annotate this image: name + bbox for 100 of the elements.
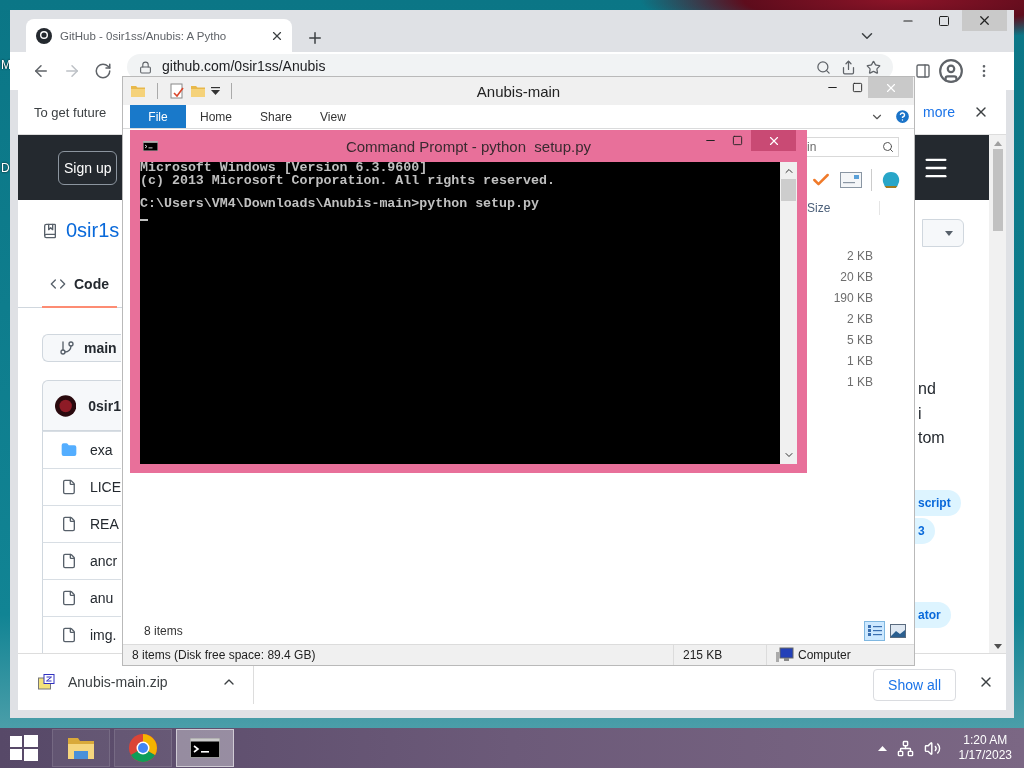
topic-tag[interactable]: script <box>915 489 961 516</box>
new-tab-icon[interactable] <box>306 29 324 47</box>
folder-icon <box>61 442 77 458</box>
topic-tag[interactable]: ator <box>915 601 951 628</box>
file-link[interactable]: ancr <box>90 553 118 569</box>
caret-icon <box>945 230 953 236</box>
ribbon-tab[interactable]: View <box>306 105 360 128</box>
show-all-button[interactable]: Show all <box>873 669 956 701</box>
properties-icon[interactable] <box>169 83 185 99</box>
download-file-name[interactable]: Anubis-main.zip <box>68 674 208 690</box>
lock-icon <box>139 60 152 74</box>
clock[interactable]: 1:20 AM 1/17/2023 <box>958 733 1012 763</box>
desktop-icon-label[interactable]: M <box>1 58 11 72</box>
window-title: Command Prompt - python setup.py <box>345 137 592 155</box>
scrollbar-thumb[interactable] <box>781 179 796 201</box>
browser-tab[interactable]: GitHub - 0sir1ss/Anubis: A Pytho <box>26 19 292 52</box>
size-cell-text: 5 KB <box>847 332 873 349</box>
file-row[interactable]: REA <box>42 505 121 542</box>
status-summary: 8 items (Disk free space: 89.4 GB) <box>123 645 674 665</box>
view-button[interactable] <box>864 621 885 641</box>
desktop-icon-label[interactable]: D <box>1 161 10 175</box>
file-row[interactable]: exa <box>42 431 121 468</box>
back-icon[interactable] <box>32 62 50 80</box>
file-icon <box>61 479 77 495</box>
file-row[interactable]: anu <box>42 579 121 616</box>
branch-icon <box>59 340 75 357</box>
about-text: i <box>918 403 923 424</box>
search-icon[interactable] <box>816 59 831 75</box>
zip-file-icon <box>38 674 55 690</box>
size-cell-text: 2 KB <box>847 311 873 328</box>
scroll-down-icon[interactable] <box>993 644 1002 649</box>
chrome-icon <box>128 733 158 763</box>
side-panel-icon[interactable] <box>915 63 931 79</box>
file-link[interactable]: img. <box>90 627 117 643</box>
file-link[interactable]: LICE <box>89 479 121 495</box>
picture-view-icon <box>889 624 906 638</box>
file-link[interactable]: exa <box>90 442 113 458</box>
reload-icon[interactable] <box>94 62 112 80</box>
console-line: (c) 2013 Microsoft Corporation. All rights reserved. <box>140 174 556 187</box>
console-icon <box>143 141 158 151</box>
file-link[interactable]: REA <box>90 516 119 532</box>
card-icon[interactable] <box>840 172 862 188</box>
star-icon[interactable] <box>866 59 881 75</box>
taskbar-button[interactable] <box>176 729 234 767</box>
computer-icon <box>776 647 794 663</box>
ribbon-tab[interactable]: Home <box>186 105 246 128</box>
console-line: C:\Users\VM4\Downloads\Anubis-main>python setup.py <box>140 198 540 211</box>
network-icon[interactable] <box>896 739 914 757</box>
file-link[interactable]: anu <box>90 590 114 606</box>
repo-icon <box>42 222 58 239</box>
repo-owner-link[interactable]: 0sir1s <box>66 219 120 243</box>
help-icon[interactable] <box>894 108 911 125</box>
file-menu-button[interactable]: File <box>130 105 186 128</box>
file-row[interactable]: LICE <box>42 468 121 505</box>
close-button[interactable] <box>962 10 1007 31</box>
new-folder-icon <box>190 83 206 99</box>
window-title: Anubis-main <box>476 82 561 100</box>
file-icon <box>61 553 77 569</box>
topic-tag[interactable]: 3 <box>915 517 935 544</box>
search-icon <box>882 141 894 153</box>
view-button[interactable] <box>887 621 908 641</box>
file-row[interactable]: ancr <box>42 542 121 579</box>
file-icon <box>61 590 77 606</box>
shell-icon[interactable] <box>881 170 901 190</box>
item-count: 8 items <box>144 624 184 638</box>
scrollbar-thumb[interactable] <box>992 149 1003 231</box>
size-cell-text: 2 KB <box>847 248 873 265</box>
sign-up-button[interactable]: Sign up <box>58 150 118 185</box>
details-view-icon <box>866 624 883 638</box>
learn-more-link[interactable]: more <box>923 104 955 120</box>
info-text: To get future <box>34 104 107 120</box>
branch-button[interactable]: main <box>42 333 121 363</box>
size-cell-text: 1 KB <box>847 353 873 370</box>
dropdown-caret-icon[interactable] <box>211 87 220 95</box>
avatar-icon <box>55 393 77 418</box>
windows-icon <box>10 735 38 761</box>
text-cursor <box>140 218 148 221</box>
file-icon <box>61 627 77 643</box>
search-field[interactable]: in <box>804 137 899 157</box>
file-icon <box>61 516 77 532</box>
size-cell-text: 1 KB <box>847 374 873 391</box>
volume-icon[interactable] <box>923 739 941 757</box>
show-hidden-icon[interactable] <box>877 745 887 751</box>
commit-author: 0sir1 <box>88 397 121 414</box>
share-icon[interactable] <box>841 59 856 75</box>
console-line: Microsoft Windows [Version 6.3.9600] <box>140 162 429 175</box>
start-button[interactable] <box>9 733 39 763</box>
ribbon-tab[interactable]: Share <box>246 105 307 128</box>
folder-icon <box>130 83 146 99</box>
close-icon <box>977 13 992 28</box>
profile-icon[interactable] <box>938 58 964 84</box>
about-text: nd <box>918 379 937 399</box>
about-text: tom <box>918 428 946 448</box>
site-logo-icon <box>36 27 52 44</box>
size-cell-text: 20 KB <box>840 269 873 286</box>
status-size: 215 KB <box>674 645 767 665</box>
console-icon <box>190 738 220 758</box>
size-cell-text: 190 KB <box>833 290 873 307</box>
status-location: Computer <box>798 648 851 662</box>
code-tab[interactable]: Code <box>42 261 117 308</box>
